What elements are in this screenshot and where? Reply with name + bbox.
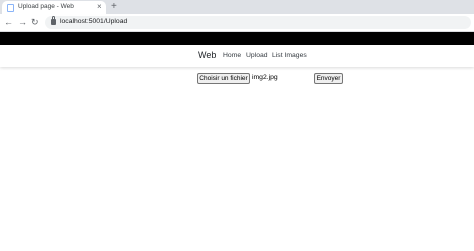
browser-toolbar: ← → ↻ localhost:5001/Upload: [0, 14, 474, 32]
tab-title: Upload page - Web: [18, 3, 74, 10]
submit-button[interactable]: Envoyer: [314, 73, 343, 84]
navbar-brand[interactable]: Web: [198, 50, 216, 60]
page-favicon-icon: [7, 4, 14, 12]
forward-arrow-icon[interactable]: →: [18, 16, 27, 28]
url-text: localhost:5001/Upload: [60, 18, 128, 25]
nav-link-home[interactable]: Home: [223, 52, 241, 59]
browser-tab-bar: Upload page - Web × +: [0, 0, 474, 14]
address-bar[interactable]: localhost:5001/Upload: [45, 16, 471, 29]
choose-file-button[interactable]: Choisir un fichier: [197, 73, 250, 84]
selected-file-name: img2.jpg: [252, 74, 278, 81]
lock-icon: [51, 16, 56, 25]
new-tab-icon[interactable]: +: [111, 0, 117, 13]
header-bar: [0, 32, 474, 45]
site-navbar: Web Home Upload List Images: [0, 45, 474, 67]
reload-icon[interactable]: ↻: [31, 16, 39, 28]
close-tab-icon[interactable]: ×: [97, 2, 102, 12]
back-arrow-icon[interactable]: ←: [4, 16, 13, 28]
nav-link-upload[interactable]: Upload: [246, 52, 268, 59]
nav-link-list-images[interactable]: List Images: [272, 52, 307, 59]
browser-tab[interactable]: Upload page - Web ×: [2, 1, 106, 14]
